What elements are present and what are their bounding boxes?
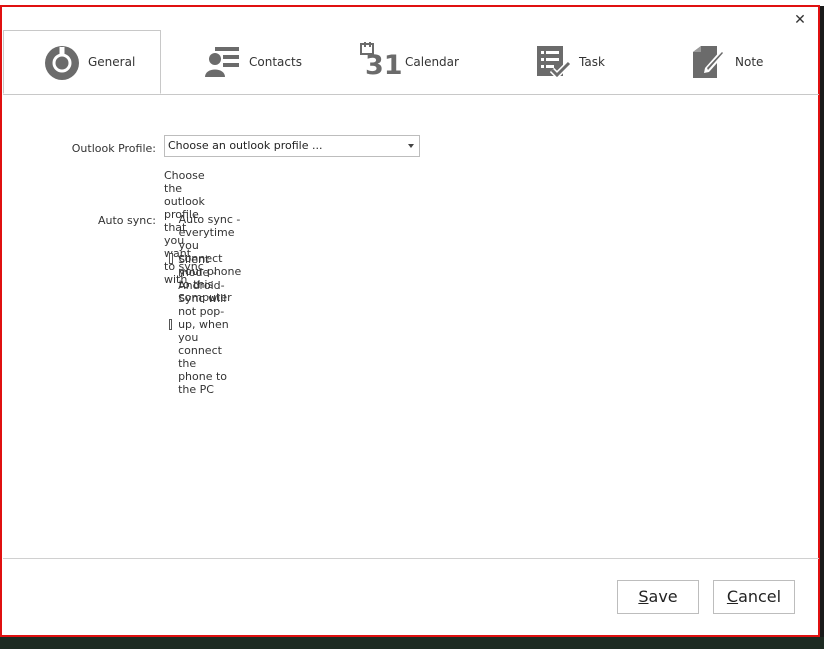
tab-calendar[interactable]: 31 Calendar bbox=[359, 30, 459, 94]
silent-mode-checkbox[interactable] bbox=[169, 319, 173, 330]
outlook-profile-label: Outlook Profile: bbox=[71, 142, 156, 155]
tab-general[interactable]: General bbox=[3, 30, 161, 94]
taskbar-edge bbox=[0, 637, 824, 649]
tab-bar: General Contacts 31 Calendar Task Note bbox=[3, 30, 819, 95]
contact-card-icon bbox=[203, 42, 243, 82]
tab-calendar-label: Calendar bbox=[405, 55, 459, 69]
outlook-profile-dropdown[interactable]: Choose an outlook profile ... bbox=[164, 135, 420, 157]
tab-task-label: Task bbox=[579, 55, 605, 69]
save-label-rest: ave bbox=[648, 587, 678, 606]
close-icon[interactable]: ✕ bbox=[792, 12, 808, 28]
auto-sync-label: Auto sync: bbox=[97, 214, 156, 227]
cancel-mnemonic: C bbox=[726, 587, 739, 606]
calendar-day-number: 31 bbox=[365, 50, 403, 81]
silent-mode-option-label: Silent mode - Android-Sync will not pop-… bbox=[178, 253, 229, 396]
gear-icon bbox=[42, 42, 82, 82]
chevron-down-icon bbox=[408, 144, 414, 148]
silent-mode-option[interactable]: Silent mode - Android-Sync will not pop-… bbox=[169, 253, 233, 396]
save-mnemonic: S bbox=[638, 587, 649, 606]
settings-dialog: ✕ General Contacts 31 Calendar Task Note… bbox=[0, 5, 820, 637]
tab-task[interactable]: Task bbox=[533, 30, 605, 94]
cancel-label-rest: ancel bbox=[738, 587, 782, 606]
tab-note-label: Note bbox=[735, 55, 764, 69]
footer-divider bbox=[3, 558, 819, 559]
cancel-button[interactable]: Cancel bbox=[713, 580, 795, 614]
outlook-profile-value: Choose an outlook profile ... bbox=[168, 139, 323, 152]
tab-note[interactable]: Note bbox=[689, 30, 763, 94]
save-button[interactable]: Save bbox=[617, 580, 699, 614]
tab-contacts[interactable]: Contacts bbox=[203, 30, 302, 94]
calendar-icon: 31 bbox=[359, 42, 403, 82]
note-pencil-icon bbox=[689, 42, 729, 82]
tab-contacts-label: Contacts bbox=[249, 55, 302, 69]
tab-general-label: General bbox=[88, 55, 136, 69]
task-checklist-icon bbox=[533, 42, 573, 82]
